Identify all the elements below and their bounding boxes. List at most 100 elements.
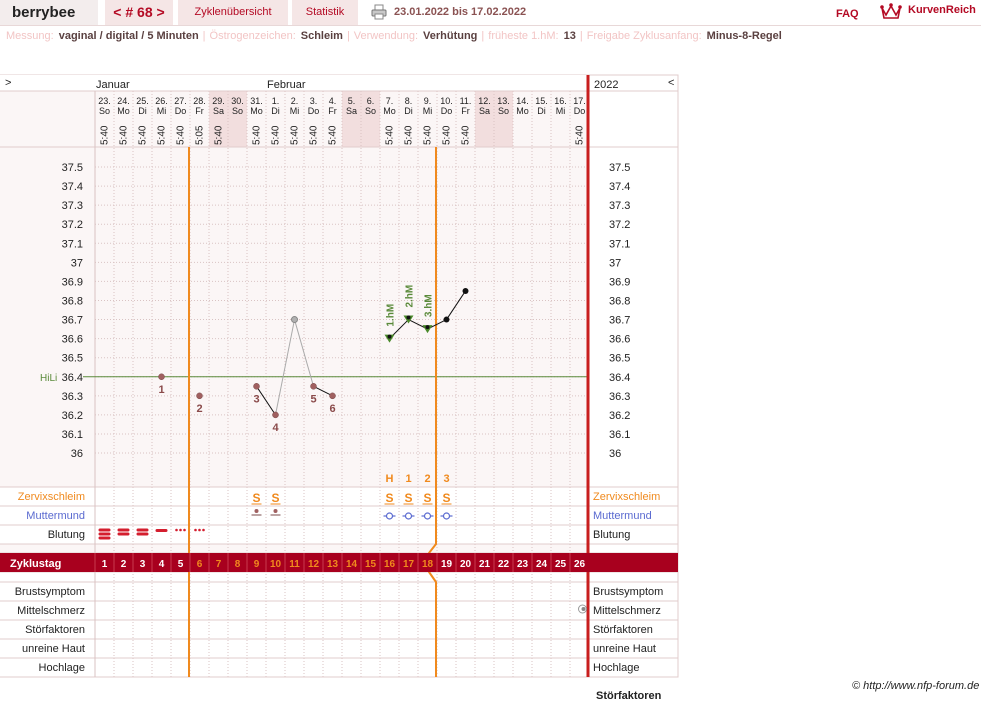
lower-measurement-label: 3 (253, 393, 259, 405)
y-tick-label-right: 37.4 (609, 181, 630, 193)
day-date: 28. (193, 96, 206, 106)
cycle-day-number: 1 (102, 559, 108, 570)
row-label-cervix: Muttermund (26, 510, 85, 522)
cycle-day-number: 20 (460, 559, 472, 570)
mucus-entry: S (385, 491, 393, 505)
row-label-disruptions: Störfaktoren (25, 624, 85, 636)
y-tick-label-right: 36.5 (609, 353, 630, 365)
cycle-day-number: 11 (289, 559, 300, 570)
cycle-day-number: 23 (517, 559, 529, 570)
bleeding-spotting-mark (194, 528, 197, 532)
symptom-rows-bg (0, 487, 588, 553)
day-weekday: Mo (516, 106, 529, 116)
y-tick-label-right: 36.6 (609, 334, 630, 346)
bleeding-medium-mark (136, 532, 149, 536)
cycle-day-number: 6 (197, 559, 203, 570)
row-label-right-disruptions: Störfaktoren (593, 624, 653, 636)
bleeding-heavy-mark (98, 528, 111, 532)
higher-measurement-label: 1.hM (386, 304, 397, 327)
lower-temp-point (272, 411, 279, 419)
y-tick-label-left: 37.4 (62, 181, 83, 193)
copyright-footer[interactable]: © http://www.nfp-forum.de (852, 680, 979, 692)
measure-time: 5:40 (575, 125, 586, 145)
cycle-day-number: 3 (140, 559, 146, 570)
day-weekday: Mi (157, 106, 167, 116)
row-label-skin: unreine Haut (22, 643, 85, 655)
temp-point (425, 325, 430, 330)
cycle-day-number: 10 (270, 559, 282, 570)
y-tick-label-right: 37.3 (609, 200, 630, 212)
cycle-day-number: 13 (327, 559, 339, 570)
day-date: 25. (136, 96, 149, 106)
y-tick-label-right: 37.2 (609, 219, 630, 231)
y-tick-label-left: 36.6 (62, 334, 83, 346)
y-tick-label-left: 36 (71, 448, 83, 460)
month-label: Februar (267, 79, 306, 91)
cycle-day-number: 18 (422, 559, 434, 570)
lower-temp-point (196, 392, 203, 400)
cycle-day-number: 17 (403, 559, 415, 570)
cycle-day-number: 14 (346, 559, 358, 570)
cycle-day-number: 22 (498, 559, 510, 570)
y-tick-label-left: 36.8 (62, 295, 83, 307)
peak-day-counter: 1 (405, 473, 411, 485)
cervix-open-circle (442, 512, 451, 520)
chart-prev-arrow[interactable]: > (5, 77, 11, 89)
row-label-right-breast: Brustsymptom (593, 586, 663, 598)
day-date: 30. (231, 96, 244, 106)
day-date: 27. (174, 96, 187, 106)
measure-time: 5:40 (290, 125, 301, 145)
row-label-midpain: Mittelschmerz (17, 605, 85, 617)
y-tick-label-right: 36.9 (609, 276, 630, 288)
bleeding-medium-mark (117, 528, 130, 532)
measure-time: 5:40 (309, 125, 320, 145)
y-tick-label-right: 36.2 (609, 410, 630, 422)
day-weekday: Sa (213, 106, 224, 116)
y-tick-label-left: 36.3 (62, 391, 83, 403)
midpain-marker-dot (581, 607, 586, 611)
cycle-day-label: Zyklustag (10, 558, 61, 570)
year-label: 2022 (594, 79, 618, 91)
cycle-day-number: 21 (479, 559, 491, 570)
measure-time: 5:40 (271, 125, 282, 145)
measure-time: 5:40 (100, 125, 111, 145)
day-date: 13. (497, 96, 510, 106)
higher-measurement-label: 2.hM (405, 285, 416, 308)
y-tick-label-right: 37.5 (609, 162, 630, 174)
temp-point (462, 287, 469, 294)
day-weekday: So (232, 106, 243, 116)
mucus-entry: S (252, 491, 260, 505)
excluded-temp-point (291, 316, 298, 324)
row-label-right-cervical_mucus: Zervixschleim (593, 491, 660, 503)
day-date: 23. (98, 96, 111, 106)
day-weekday: Sa (479, 106, 490, 116)
day-weekday: Fr (195, 106, 204, 116)
cervix-closed-dot (254, 509, 259, 513)
row-label-right-midpain: Mittelschmerz (593, 605, 661, 617)
day-weekday: Di (537, 106, 546, 116)
lower-temp-point (158, 373, 165, 381)
chart-next-arrow[interactable]: < (668, 77, 674, 89)
day-date: 15. (535, 96, 548, 106)
y-tick-label-left: 36.4 (62, 372, 83, 384)
row-label-right-skin: unreine Haut (593, 643, 656, 655)
day-date: 24. (117, 96, 130, 106)
cycle-day-number: 4 (159, 559, 165, 570)
bleeding-spotting-mark (175, 528, 178, 532)
y-tick-label-left: 37.3 (62, 200, 83, 212)
cycle-day-number: 12 (308, 559, 320, 570)
measure-time: 5:40 (214, 125, 225, 145)
temp-point (443, 316, 450, 323)
day-weekday: Di (404, 106, 413, 116)
day-weekday: Mi (290, 106, 300, 116)
bleeding-light-mark (155, 529, 168, 532)
bleeding-medium-mark (117, 532, 130, 536)
day-date: 4. (329, 96, 337, 106)
y-tick-label-right: 36.8 (609, 295, 630, 307)
row-label-bleeding: Blutung (48, 529, 85, 541)
day-date: 17. (573, 96, 586, 106)
cycle-chart: 37.5 37.537.4 37.437.3 37.337.2 37.237.1 37.1… (0, 74, 679, 678)
day-date: 12. (478, 96, 491, 106)
lower-measurement-label: 6 (329, 403, 335, 415)
lower-measurement-label: 4 (272, 422, 279, 434)
